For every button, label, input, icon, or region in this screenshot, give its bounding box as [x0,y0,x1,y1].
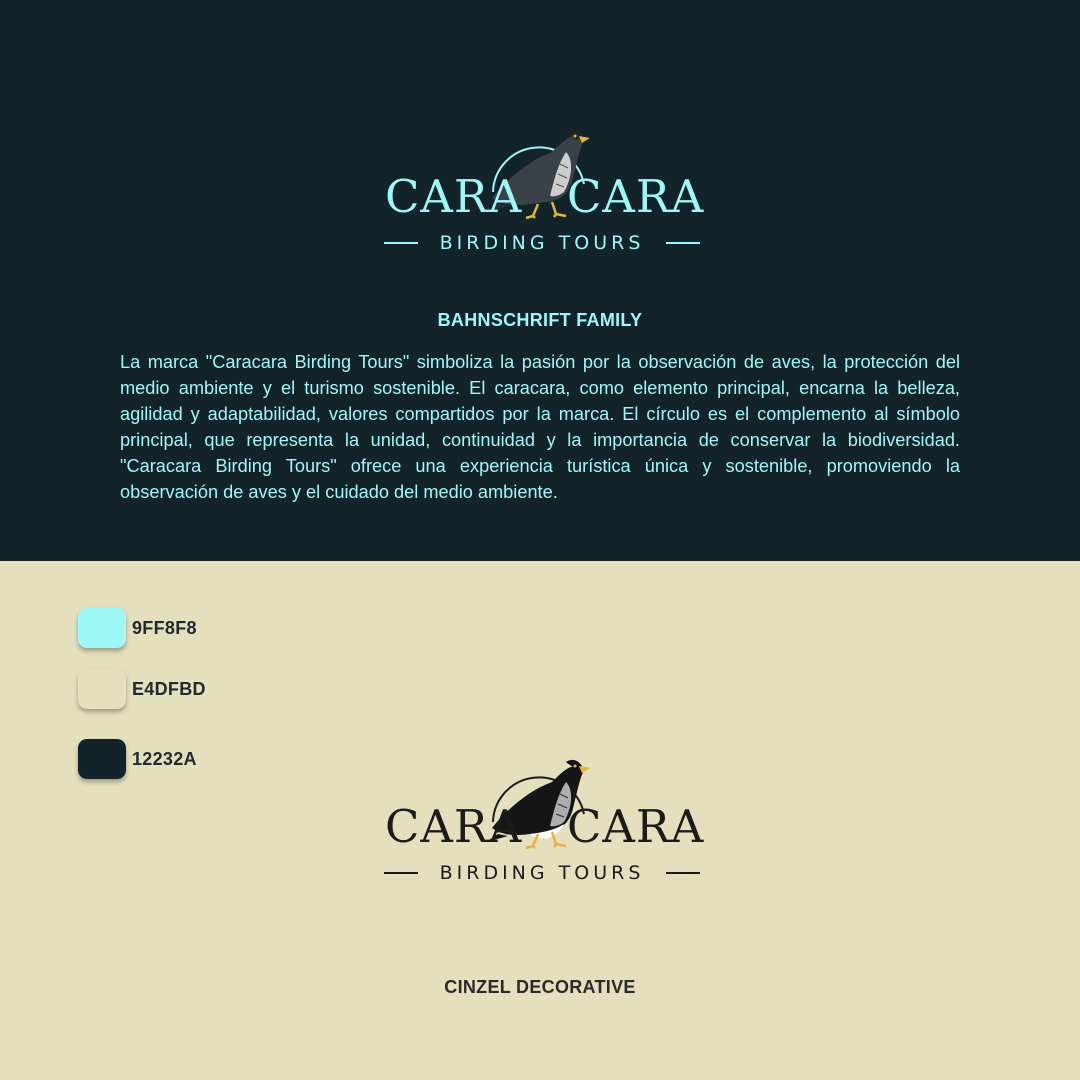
color-swatch [78,608,126,648]
tagline: BIRDING TOURS [439,231,645,254]
color-swatch-row: 9FF8F8 [78,608,197,648]
color-swatch-row: 12232A [78,739,197,779]
tagline-row: BIRDING TOURS [384,231,700,255]
primary-font-title: BAHNSCHRIFT FAMILY [437,310,643,330]
wordmark-right: CARA [567,170,705,223]
wordmark-left: CARA [385,170,523,223]
tagline-rule-right [666,872,700,874]
tagline-rule-left [384,242,418,244]
color-swatch-label: 12232A [132,748,197,769]
tagline: BIRDING TOURS [439,861,645,884]
tagline-rule-right [666,242,700,244]
secondary-font-title: CINZEL DECORATIVE [444,977,636,997]
brand-logo-dark: CARA CARA BIRDING TOURS [380,124,704,254]
color-swatch [78,739,126,779]
color-swatch-label: E4DFBD [132,678,206,699]
wordmark-right: CARA [567,800,705,853]
tagline-rule-left [384,872,418,874]
brand-logo-light: CARA CARA BIRDING TOURS [380,754,704,884]
tagline-row: BIRDING TOURS [384,861,700,885]
color-swatch-row: E4DFBD [78,669,206,709]
color-swatch-label: 9FF8F8 [132,617,197,638]
wordmark-left: CARA [385,800,523,853]
color-swatch [78,669,126,709]
brand-description: La marca "Caracara Birding Tours" simbol… [120,352,960,502]
dark-panel: CARA CARA BIRDING TOURS BAHNSCHRIFT FAMI… [0,0,1080,561]
